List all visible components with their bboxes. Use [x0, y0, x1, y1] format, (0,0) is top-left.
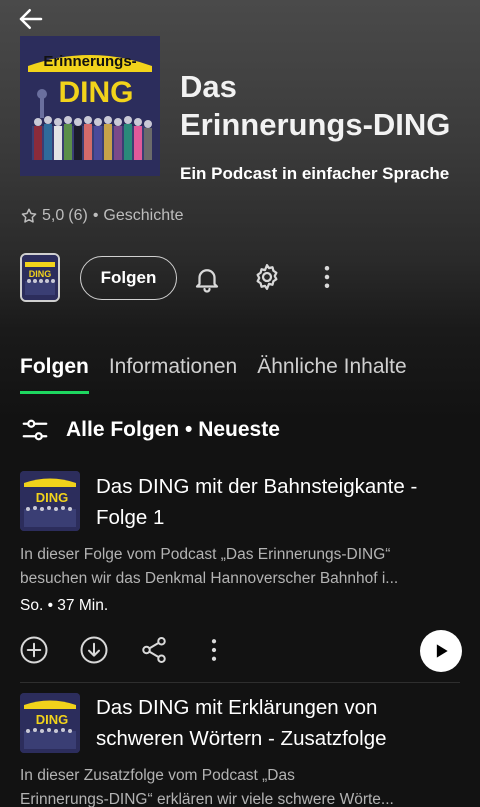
episode-description-line-1: In dieser Zusatzfolge vom Podcast „Das [20, 767, 295, 784]
episode-cover[interactable]: DING [20, 471, 80, 531]
follow-button[interactable]: Folgen [80, 256, 177, 300]
show-category[interactable]: Geschichte [103, 207, 183, 225]
episode-title[interactable]: Das DING mit der Bahnsteigkante - Folge … [96, 471, 466, 533]
download-episode-button[interactable] [78, 632, 110, 668]
cover-illustration: Erinnerungs- DING [20, 36, 160, 176]
episode-title[interactable]: Das DING mit Erklärungen von schweren Wö… [96, 692, 466, 754]
show-title-line-1: Das [180, 69, 237, 104]
back-button[interactable] [16, 4, 50, 36]
episode-description-line-1: In dieser Folge vom Podcast „Das Erinner… [20, 546, 391, 563]
play-icon [436, 644, 448, 658]
episode-actions [0, 632, 480, 668]
show-subtitle: Ein Podcast in einfacher Sprache [180, 164, 450, 183]
gear-icon [256, 264, 278, 290]
episode-description-line-2: Erinnerungs-DING“ erklären wir viele sch… [20, 791, 394, 807]
episode-title-line-2: schweren Wörtern - Zusatzfolge [96, 727, 387, 750]
episode-filter[interactable]: Alle Folgen • Neueste [20, 415, 280, 445]
episode-cover[interactable]: DING [20, 693, 80, 753]
cover-banner-text: Erinnerungs- [43, 53, 136, 70]
add-episode-button[interactable] [18, 632, 50, 668]
meta-separator: • [92, 207, 99, 224]
episode-cover-logo: DING [36, 712, 69, 727]
rating-count: (6) [68, 207, 88, 224]
episode-description: In dieser Folge vom Podcast „Das Erinner… [20, 543, 465, 591]
small-cover-logo: DING [29, 269, 52, 279]
settings-button[interactable] [250, 260, 284, 294]
small-cover-illustration: DING [22, 255, 58, 300]
filter-label: Alle Folgen • Neueste [66, 418, 280, 441]
download-circle-icon [80, 636, 108, 664]
tab-informationen[interactable]: Informationen [109, 355, 237, 394]
show-title: Das Erinnerungs-DING [180, 68, 470, 144]
show-title-line-2: Erinnerungs-DING [180, 107, 451, 142]
filter-sliders-icon [22, 419, 48, 441]
episode-more-button[interactable] [198, 632, 230, 668]
rating-value: 5,0 [42, 207, 65, 224]
more-vertical-icon [211, 639, 217, 661]
play-episode-button[interactable] [420, 630, 462, 672]
episode-description: In dieser Zusatzfolge vom Podcast „Das E… [20, 764, 465, 807]
tab-bar: Folgen Informationen Ähnliche Inhalte [20, 355, 427, 394]
podcast-show-page: Erinnerungs- DING Das Erinnerungs-DING E… [0, 0, 480, 807]
tab-folgen[interactable]: Folgen [20, 355, 89, 394]
episode-meta: So. • 37 Min. [20, 597, 109, 614]
episode-title-line-1: Das DING mit der Bahnsteigkante - [96, 475, 418, 498]
arrow-left-icon [19, 9, 43, 29]
show-meta: 5,0 (6) • Geschichte [20, 207, 183, 225]
plus-circle-icon [20, 636, 48, 664]
star-icon [21, 208, 37, 223]
tab-aehnliche-inhalte[interactable]: Ähnliche Inhalte [257, 355, 406, 394]
episode-divider [20, 682, 460, 683]
episode-title-line-2: Folge 1 [96, 506, 165, 529]
more-vertical-icon [324, 266, 330, 288]
small-cover-thumbnail[interactable]: DING [20, 253, 60, 302]
episode-title-line-1: Das DING mit Erklärungen von [96, 696, 378, 719]
share-icon [142, 637, 166, 663]
episode-cover-logo: DING [36, 490, 69, 505]
episode-description-line-2: besuchen wir das Denkmal Hannoverscher B… [20, 570, 399, 587]
episode-cover-illustration: DING [20, 693, 80, 753]
share-episode-button[interactable] [138, 632, 170, 668]
bell-icon [195, 269, 219, 293]
show-cover-art: Erinnerungs- DING [20, 36, 160, 176]
notification-button[interactable] [190, 262, 224, 296]
cover-logo-text: DING [59, 76, 134, 109]
episode-cover-illustration: DING [20, 471, 80, 531]
more-options-button[interactable] [312, 260, 342, 294]
